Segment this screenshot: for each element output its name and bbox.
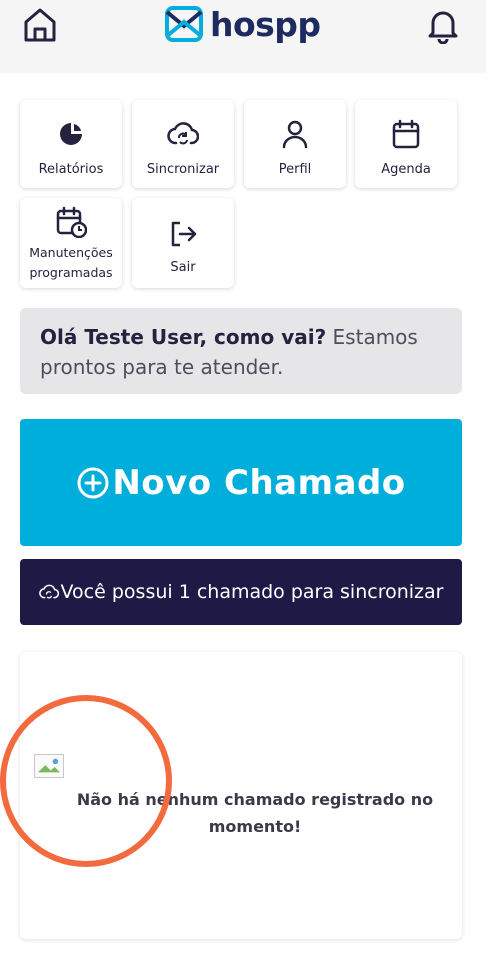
sync-pending-label: Você possui 1 chamado para sincronizar: [60, 581, 444, 603]
bell-icon: [428, 11, 458, 45]
logo-text: hospp: [210, 4, 321, 44]
calendar-clock-icon: [56, 206, 87, 238]
tile-label: Relatórios: [38, 162, 104, 177]
tile-sincronizar[interactable]: Sincronizar: [132, 100, 234, 188]
user-icon: [282, 120, 308, 149]
tile-perfil[interactable]: Perfil: [244, 100, 346, 188]
logo-mark-icon: [165, 6, 203, 42]
plus-circle-icon: [77, 467, 109, 498]
pie-chart-icon: [60, 122, 83, 145]
home-button[interactable]: [22, 6, 58, 44]
logout-icon: [171, 221, 197, 247]
tile-manutencoes-programadas[interactable]: Manutenções programadas: [20, 198, 122, 288]
top-bar: hospp: [0, 0, 486, 73]
tile-agenda[interactable]: Agenda: [355, 100, 457, 188]
greeting-name: Olá Teste User, como vai?: [40, 325, 327, 349]
tile-label: Sincronizar: [146, 162, 220, 177]
tile-label: Agenda: [381, 162, 431, 177]
tile-label: Manutenções programadas: [29, 245, 113, 280]
greeting-banner: Olá Teste User, como vai? Estamos pronto…: [20, 308, 462, 394]
cloud-sync-icon: [38, 584, 59, 599]
calendar-icon: [392, 119, 420, 149]
notifications-button[interactable]: [425, 6, 461, 45]
tile-label: Sair: [170, 260, 196, 275]
home-icon: [24, 8, 56, 42]
tile-sair[interactable]: Sair: [132, 198, 234, 288]
new-call-label: Novo Chamado: [112, 462, 406, 503]
tile-relatorios[interactable]: Relatórios: [20, 100, 122, 188]
cloud-sync-icon: [167, 122, 199, 145]
sync-pending-button[interactable]: Você possui 1 chamado para sincronizar: [20, 559, 462, 625]
new-call-button[interactable]: Novo Chamado: [20, 419, 462, 546]
app-logo: hospp: [164, 2, 321, 46]
tile-label: Perfil: [278, 162, 312, 177]
highlight-circle: [0, 695, 172, 867]
